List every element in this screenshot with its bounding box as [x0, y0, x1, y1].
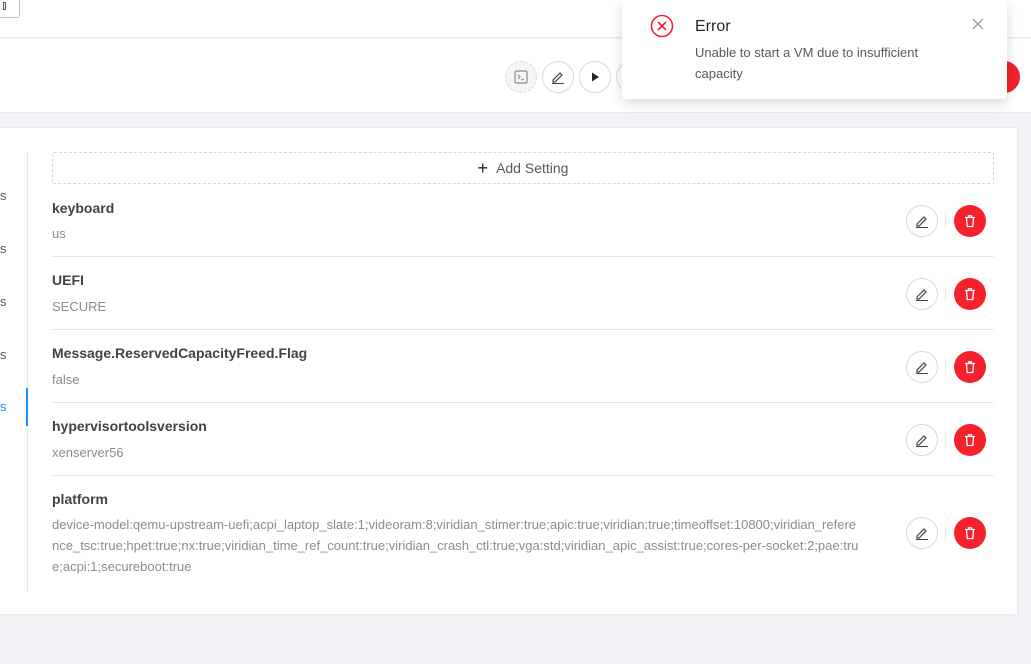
delete-setting-button[interactable] — [954, 517, 986, 549]
pencil-icon — [916, 435, 928, 447]
trash-icon — [965, 288, 975, 301]
setting-value: us — [52, 226, 66, 241]
console-button[interactable] — [505, 61, 537, 93]
setting-row: Message.ReservedCapacityFreed.Flag false — [52, 343, 994, 403]
setting-name: UEFI — [52, 272, 84, 288]
edit-vm-button[interactable] — [542, 61, 574, 93]
play-icon — [592, 72, 599, 82]
divider — [945, 526, 946, 540]
delete-setting-button[interactable] — [954, 351, 986, 383]
side-tab-1[interactable]: s — [0, 186, 28, 206]
divider — [945, 214, 946, 228]
sidebar-toggle-icon — [3, 2, 6, 10]
pencil-icon — [916, 528, 928, 540]
console-icon — [514, 70, 528, 84]
pencil-icon — [552, 72, 564, 84]
notification-message: Unable to start a VM due to insufficient… — [695, 45, 919, 81]
close-circle-icon — [650, 14, 674, 38]
edit-setting-button[interactable] — [906, 351, 938, 383]
setting-value: false — [52, 372, 80, 387]
close-icon[interactable] — [971, 17, 985, 31]
trash-icon — [965, 215, 975, 228]
edit-setting-button[interactable] — [906, 205, 938, 237]
divider — [945, 433, 946, 447]
setting-row: platform device-model:qemu-upstream-uefi… — [52, 489, 994, 589]
delete-setting-button[interactable] — [954, 278, 986, 310]
trash-icon — [965, 361, 975, 374]
start-button[interactable] — [579, 61, 611, 93]
setting-name: platform — [52, 491, 108, 507]
setting-row: UEFI SECURE — [52, 270, 994, 330]
side-tabs: s s s s s — [0, 152, 28, 592]
error-notification: Error Unable to start a VM due to insuff… — [622, 0, 1007, 99]
side-tab-3[interactable]: s — [0, 292, 28, 312]
advanced-settings-card: s s s s s + Add Setting keyboard us UEFI… — [0, 127, 1018, 615]
side-tab-4[interactable]: s — [0, 345, 28, 365]
trash-icon — [965, 527, 975, 540]
pencil-icon — [916, 216, 928, 228]
setting-name: Message.ReservedCapacityFreed.Flag — [52, 345, 308, 361]
notification-title: Error — [695, 18, 731, 35]
edit-setting-button[interactable] — [906, 424, 938, 456]
edit-setting-button[interactable] — [906, 517, 938, 549]
delete-setting-button[interactable] — [954, 424, 986, 456]
setting-value: SECURE — [52, 299, 107, 314]
add-setting-button[interactable]: + Add Setting — [52, 152, 994, 184]
divider — [945, 287, 946, 301]
divider — [945, 360, 946, 374]
edit-setting-button[interactable] — [906, 278, 938, 310]
side-tab-5-active[interactable]: s — [0, 388, 28, 426]
setting-name: keyboard — [52, 200, 115, 216]
delete-setting-button[interactable] — [954, 205, 986, 237]
pencil-icon — [916, 362, 928, 374]
setting-row: hypervisortoolsversion xenserver56 — [52, 416, 994, 476]
trash-icon — [965, 434, 975, 447]
sidebar-toggle-button[interactable] — [0, 0, 20, 18]
add-setting-label: Add Setting — [496, 160, 569, 176]
setting-value: xenserver56 — [52, 445, 124, 460]
side-tab-2[interactable]: s — [0, 239, 28, 259]
setting-value: device-model:qemu-upstream-uefi;acpi_lap… — [52, 517, 859, 574]
setting-name: hypervisortoolsversion — [52, 418, 207, 434]
pencil-icon — [916, 289, 928, 301]
setting-row: keyboard us — [52, 198, 994, 257]
plus-icon: + — [477, 158, 489, 178]
